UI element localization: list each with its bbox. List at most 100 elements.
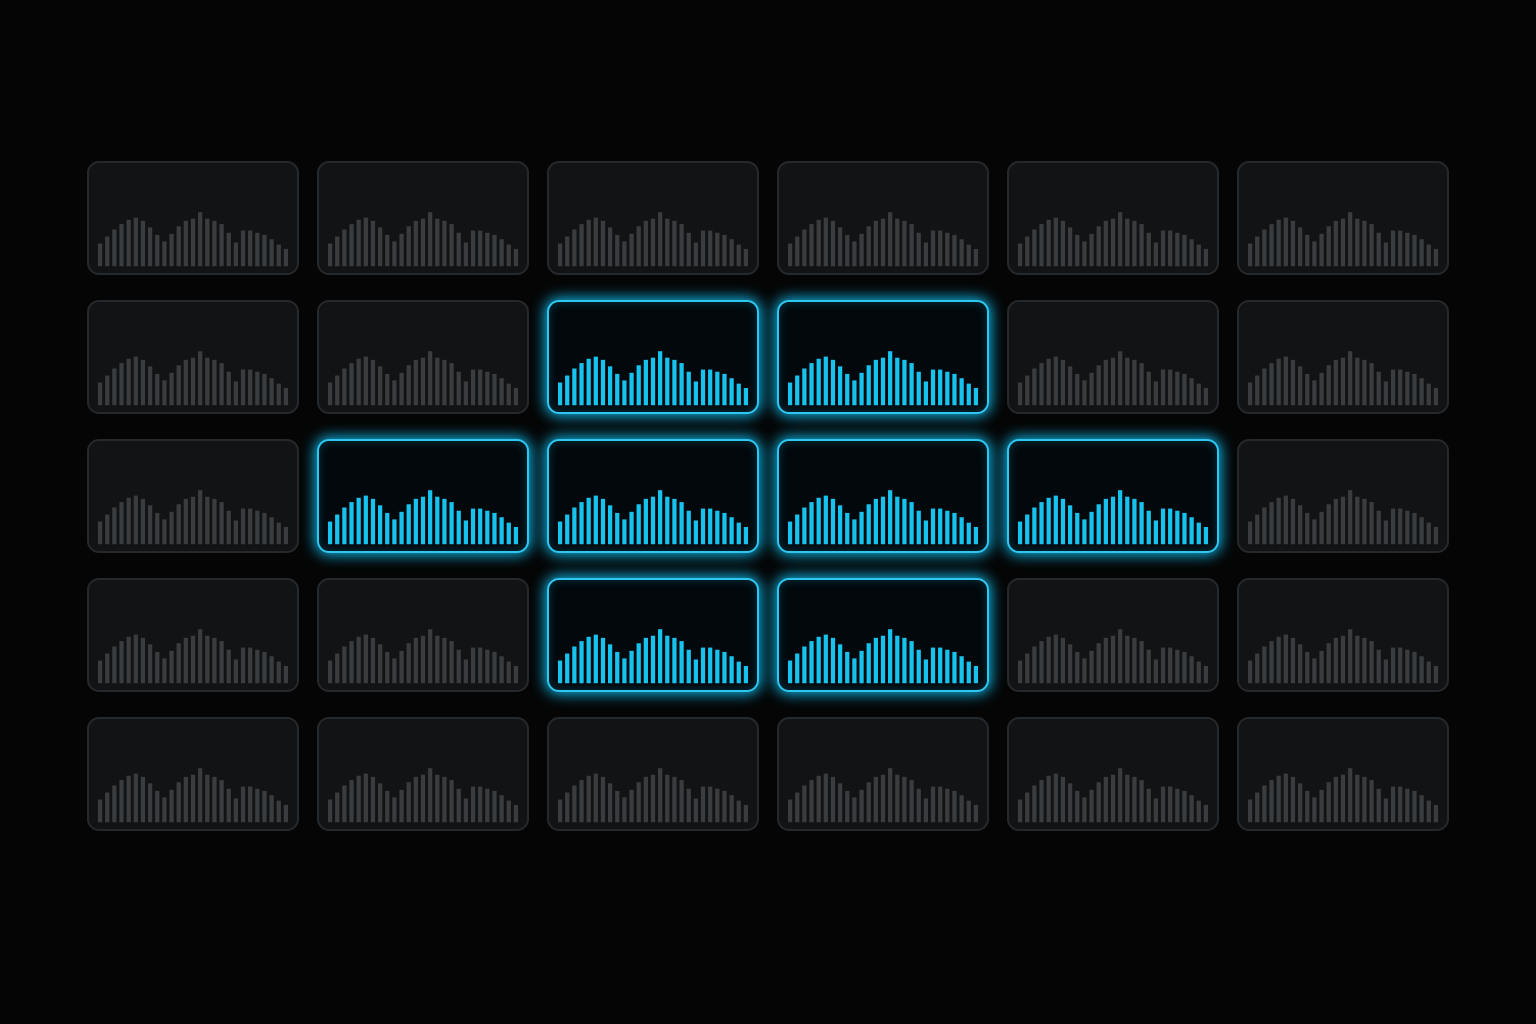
waveform-bar	[1369, 363, 1374, 406]
waveform-bar	[262, 512, 267, 545]
waveform-bar	[586, 219, 591, 267]
waveform-bar	[1297, 783, 1303, 823]
waveform-bar	[643, 498, 648, 545]
waveform-bar	[356, 775, 361, 823]
waveform-bar	[1175, 371, 1180, 406]
waveform-bar	[952, 651, 957, 684]
pad-1-2[interactable]	[317, 161, 529, 275]
waveform-bar	[1053, 634, 1058, 684]
waveform-bar	[1082, 519, 1087, 545]
pad-1-3[interactable]	[547, 161, 759, 275]
waveform-bar	[255, 510, 260, 545]
waveform-bar	[902, 498, 907, 545]
waveform-bar	[513, 526, 519, 545]
pad-2-5[interactable]	[1007, 300, 1219, 414]
pad-5-1[interactable]	[87, 717, 299, 831]
waveform-bar	[1276, 358, 1281, 406]
waveform-bar	[1046, 219, 1051, 267]
waveform-bar	[880, 496, 886, 545]
waveform-bar	[147, 783, 153, 823]
pad-2-1[interactable]	[87, 300, 299, 414]
waveform-bar	[895, 774, 900, 823]
waveform-bar	[205, 218, 210, 267]
waveform-bar	[809, 780, 814, 823]
waveform-bar	[342, 368, 347, 406]
waveform-bar	[586, 636, 591, 684]
pad-5-4[interactable]	[777, 717, 989, 831]
pad-4-4[interactable]	[777, 578, 989, 692]
waveform-bar	[377, 366, 383, 406]
waveform-bar	[1369, 224, 1374, 267]
waveform-bar	[945, 232, 950, 267]
waveform-bar	[1046, 358, 1051, 406]
pad-4-3[interactable]	[547, 578, 759, 692]
pad-1-4[interactable]	[777, 161, 989, 275]
waveform-bar	[658, 629, 663, 684]
waveform-bar	[1348, 351, 1353, 406]
waveform-bar	[1182, 234, 1187, 267]
waveform-bar	[1075, 234, 1080, 267]
pad-5-2[interactable]	[317, 717, 529, 831]
pad-waveform	[97, 768, 289, 823]
waveform-bar	[700, 369, 706, 406]
waveform-bar	[565, 236, 570, 267]
waveform-bar	[1276, 219, 1281, 267]
waveform-bar	[147, 505, 153, 545]
waveform-bar	[485, 788, 490, 823]
waveform-bar	[1125, 357, 1130, 406]
waveform-bar	[916, 232, 921, 267]
pad-3-1[interactable]	[87, 439, 299, 553]
waveform-bar	[1255, 653, 1260, 684]
pad-4-5[interactable]	[1007, 578, 1219, 692]
waveform-bar	[1269, 363, 1274, 406]
waveform-bar	[1132, 498, 1137, 545]
waveform-bar	[420, 774, 426, 823]
waveform-bar	[880, 218, 886, 267]
waveform-bar	[1139, 363, 1144, 406]
waveform-bar	[916, 649, 921, 684]
waveform-bar	[1175, 788, 1180, 823]
pad-5-3[interactable]	[547, 717, 759, 831]
pad-2-2[interactable]	[317, 300, 529, 414]
pad-3-2[interactable]	[317, 439, 529, 553]
pad-2-4[interactable]	[777, 300, 989, 414]
pad-2-6[interactable]	[1237, 300, 1449, 414]
waveform-bar	[622, 797, 627, 823]
waveform-bar	[342, 646, 347, 684]
pad-5-6[interactable]	[1237, 717, 1449, 831]
pad-3-5[interactable]	[1007, 439, 1219, 553]
pad-2-3[interactable]	[547, 300, 759, 414]
pad-5-5[interactable]	[1007, 717, 1219, 831]
waveform-bar	[1175, 649, 1180, 684]
waveform-bar	[622, 380, 627, 406]
waveform-bar	[1160, 786, 1166, 823]
waveform-bar	[356, 497, 361, 545]
pad-1-1[interactable]	[87, 161, 299, 275]
waveform-bar	[1290, 776, 1296, 823]
waveform-bar	[607, 505, 613, 545]
waveform-bar	[1348, 629, 1353, 684]
waveform-bar	[629, 650, 634, 684]
waveform-bar	[565, 375, 570, 406]
waveform-bar	[1139, 502, 1144, 545]
pad-3-6[interactable]	[1237, 439, 1449, 553]
waveform-bar	[248, 647, 253, 684]
waveform-bar	[463, 520, 469, 545]
pad-1-5[interactable]	[1007, 161, 1219, 275]
waveform-bar	[499, 517, 504, 545]
waveform-bar	[1269, 224, 1274, 267]
waveform-bar	[845, 651, 850, 684]
waveform-bar	[226, 232, 231, 267]
waveform-bar	[435, 496, 440, 545]
pad-3-3[interactable]	[547, 439, 759, 553]
pad-1-6[interactable]	[1237, 161, 1449, 275]
pad-waveform	[97, 629, 289, 684]
waveform-bar	[837, 644, 843, 684]
pad-3-4[interactable]	[777, 439, 989, 553]
waveform-bar	[809, 224, 814, 267]
pad-4-1[interactable]	[87, 578, 299, 692]
waveform-bar	[363, 634, 368, 684]
waveform-bar	[248, 230, 253, 267]
pad-4-2[interactable]	[317, 578, 529, 692]
pad-4-6[interactable]	[1237, 578, 1449, 692]
